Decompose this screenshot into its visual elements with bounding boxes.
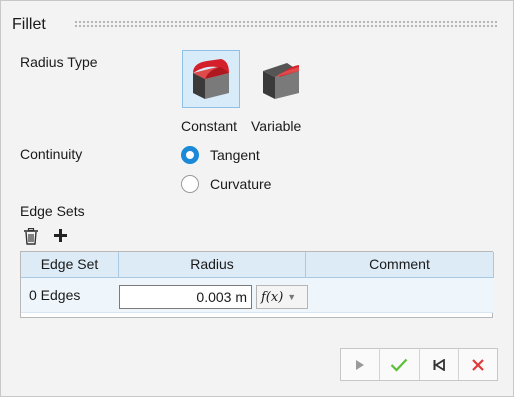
close-button[interactable] xyxy=(459,349,497,380)
table-row[interactable]: 0 Edges 0.003 m f(x) ▼ xyxy=(21,278,493,313)
constant-radius-label: Constant xyxy=(181,118,238,134)
check-icon xyxy=(391,358,408,372)
curvature-radio[interactable] xyxy=(181,175,199,193)
variable-radius-icon xyxy=(263,63,299,99)
edge-set-cell[interactable]: 0 Edges xyxy=(29,278,80,312)
constant-radius-icon xyxy=(193,59,229,99)
curvature-label: Curvature xyxy=(210,176,272,192)
trash-icon xyxy=(24,228,38,245)
tangent-option[interactable]: Tangent xyxy=(181,146,260,164)
variable-radius-button[interactable] xyxy=(252,50,310,108)
add-edge-set-button[interactable] xyxy=(53,228,68,243)
play-button[interactable] xyxy=(341,349,381,380)
column-header-comment[interactable]: Comment xyxy=(306,252,494,278)
close-icon xyxy=(472,358,484,371)
constant-radius-button[interactable] xyxy=(182,50,240,108)
edge-sets-label: Edge Sets xyxy=(20,203,85,219)
back-to-start-button[interactable] xyxy=(420,349,459,380)
action-bar xyxy=(340,348,498,381)
column-header-edge-set[interactable]: Edge Set xyxy=(21,252,119,278)
radius-type-label: Radius Type xyxy=(20,54,98,70)
chevron-down-icon: ▼ xyxy=(287,292,297,302)
radius-input[interactable]: 0.003 m xyxy=(119,285,252,309)
tangent-label: Tangent xyxy=(210,147,260,163)
apply-button[interactable] xyxy=(380,349,420,380)
curvature-option[interactable]: Curvature xyxy=(181,175,271,193)
table-header: Edge Set Radius Comment xyxy=(21,252,494,278)
column-header-radius[interactable]: Radius xyxy=(119,252,306,278)
fillet-panel: Fillet Radius Type Constant Variable Con… xyxy=(0,0,514,397)
function-label: f(x) xyxy=(261,289,284,305)
variable-radius-label: Variable xyxy=(251,118,302,134)
edge-sets-table: Edge Set Radius Comment 0 Edges 0.003 m … xyxy=(20,251,494,318)
tangent-radio[interactable] xyxy=(181,146,199,164)
header-scroll-spacer xyxy=(471,252,492,278)
title-divider xyxy=(74,20,498,28)
panel-title: Fillet xyxy=(12,16,46,33)
continuity-label: Continuity xyxy=(20,146,83,162)
back-to-start-icon xyxy=(433,358,445,371)
function-dropdown[interactable]: f(x) ▼ xyxy=(256,285,308,309)
comment-cell[interactable] xyxy=(313,278,483,312)
plus-icon xyxy=(54,229,67,242)
delete-edge-set-button[interactable] xyxy=(23,228,39,245)
play-icon xyxy=(356,359,365,370)
